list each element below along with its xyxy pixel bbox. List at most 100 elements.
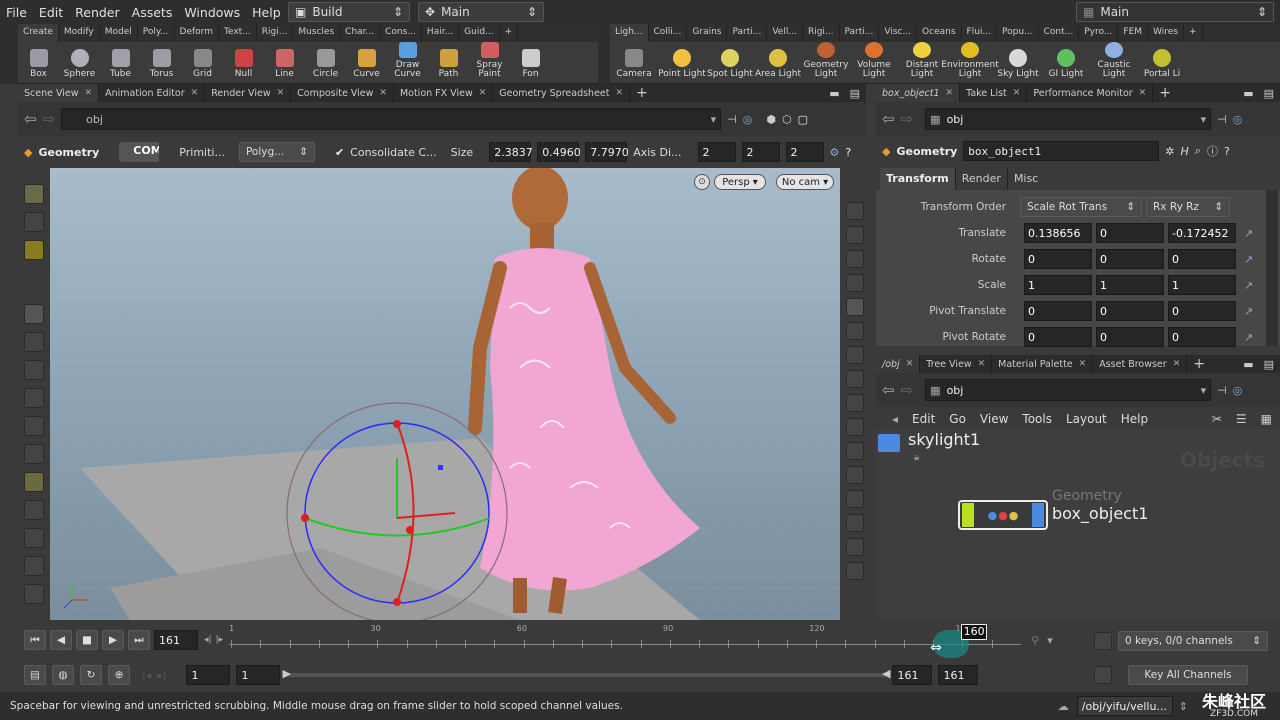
range-handle-right[interactable]: ◀: [882, 667, 890, 680]
range-end-field[interactable]: 161: [892, 665, 933, 685]
shelf-tab[interactable]: Cont...: [1039, 24, 1080, 42]
scene-viewport[interactable]: ⊙ Persp ▾ No cam ▾: [50, 168, 840, 620]
shelf-tool-spray-paint[interactable]: Spray Paint: [469, 42, 510, 84]
step-back-icon[interactable]: ◂|: [204, 635, 212, 645]
size-x-field[interactable]: 2.3837: [489, 142, 533, 162]
back-arrow-icon[interactable]: ⇦: [24, 110, 37, 128]
network-menu-help[interactable]: Help: [1121, 412, 1148, 426]
template-icon[interactable]: [846, 394, 864, 412]
box-object1-node[interactable]: ● ● ●: [958, 500, 1048, 530]
shelf-tool-gi-light[interactable]: GI Light: [1042, 42, 1090, 84]
shelf-tab[interactable]: Rigi...: [803, 24, 840, 42]
menu-render[interactable]: Render: [69, 5, 126, 20]
pane-maximize-icon[interactable]: ▬: [829, 87, 839, 100]
shelf-tab[interactable]: Create: [18, 24, 59, 42]
menu-help[interactable]: Help: [246, 5, 287, 20]
channel-icon[interactable]: ↗: [1244, 253, 1253, 266]
tools-icon[interactable]: ✂: [1212, 412, 1222, 426]
close-icon[interactable]: ✕: [1173, 359, 1181, 369]
add-tab-button[interactable]: +: [1187, 355, 1211, 373]
cube-shaded-icon[interactable]: ⬡: [782, 113, 792, 126]
close-icon[interactable]: ✕: [379, 88, 387, 98]
shelf-tab[interactable]: Guid...: [459, 24, 500, 42]
select-points-icon[interactable]: [24, 184, 44, 204]
link-icon[interactable]: ◎: [743, 113, 753, 126]
shelf-tab[interactable]: Model: [100, 24, 138, 42]
axis-y-field[interactable]: 2: [741, 142, 780, 162]
network-path-field[interactable]: ▦ obj ▾: [925, 379, 1212, 401]
point-numbers-icon[interactable]: [846, 346, 864, 364]
menu-assets[interactable]: Assets: [126, 5, 179, 20]
close-icon[interactable]: ✕: [946, 88, 954, 98]
shelf-tab[interactable]: Rigi...: [257, 24, 294, 42]
param-scrollbar[interactable]: [1266, 190, 1278, 346]
menu-windows[interactable]: Windows: [178, 5, 246, 20]
add-tab-button[interactable]: +: [630, 84, 654, 102]
shelf-tool-sky-light[interactable]: Sky Light: [994, 42, 1042, 84]
caret-left-icon[interactable]: ◂: [892, 412, 898, 426]
transform-order-select[interactable]: Scale Rot Trans ⇕: [1020, 197, 1142, 217]
current-frame-field[interactable]: 161: [154, 630, 198, 650]
shelf-tool-spot-light[interactable]: Spot Light: [706, 42, 754, 84]
keys-channels-select[interactable]: 0 keys, 0/0 channels ⇕: [1118, 631, 1268, 651]
audio-icon[interactable]: [846, 562, 864, 580]
visualizer-icon[interactable]: [846, 418, 864, 436]
close-icon[interactable]: ✕: [1013, 88, 1021, 98]
shelf-tab[interactable]: FEM: [1118, 24, 1149, 42]
tab-obj[interactable]: /obj ✕: [876, 355, 921, 373]
skylight-node-label[interactable]: skylight1: [908, 430, 980, 449]
camera-menu[interactable]: No cam ▾: [776, 174, 834, 190]
network-menu-view[interactable]: View: [980, 412, 1008, 426]
range-end2-field[interactable]: 161: [938, 665, 979, 685]
shelf-tool-caustic-light[interactable]: Caustic Light: [1090, 42, 1138, 84]
grid-icon[interactable]: ▦: [1261, 412, 1280, 426]
close-icon[interactable]: ✕: [978, 359, 986, 369]
shelf-tab[interactable]: Poly...: [138, 24, 175, 42]
rotation-order-select[interactable]: Rx Ry Rz ⇕: [1146, 197, 1230, 217]
shelf-tool-sphere[interactable]: Sphere: [59, 42, 100, 84]
shelf-tool-tube[interactable]: Tube: [100, 42, 141, 84]
ghost-icon[interactable]: [846, 226, 864, 244]
shelf-tab[interactable]: Popu...: [997, 24, 1039, 42]
status-path-field[interactable]: /obj/yifu/vellu...: [1076, 696, 1173, 716]
tab-scene-view[interactable]: Scene View ✕: [18, 84, 100, 102]
move-tool-icon[interactable]: [24, 360, 44, 380]
gear-icon[interactable]: ✲: [1165, 145, 1174, 158]
scale-tool-icon[interactable]: [24, 416, 44, 436]
shelf-tab[interactable]: Pyro...: [1079, 24, 1119, 42]
list-icon[interactable]: ☰: [1236, 412, 1247, 426]
tab-material-palette[interactable]: Material Palette ✕: [992, 355, 1094, 373]
close-icon[interactable]: ✕: [191, 88, 199, 98]
back-arrow-icon[interactable]: ⇦: [882, 110, 895, 128]
shelf-tab[interactable]: Hair...: [422, 24, 460, 42]
shelf-tool-distant-light[interactable]: Distant Light: [898, 42, 946, 84]
node-name-field[interactable]: box_object1: [963, 141, 1160, 161]
param-value-field[interactable]: 0: [1096, 249, 1164, 269]
param-value-field[interactable]: 0.138656: [1024, 223, 1092, 243]
pane-menu-icon[interactable]: ▤: [1264, 87, 1274, 100]
tab-transform[interactable]: Transform: [880, 168, 955, 190]
cube-icon[interactable]: ⬢: [766, 113, 776, 126]
close-icon[interactable]: ✕: [1139, 88, 1147, 98]
range-start-field[interactable]: 1: [186, 665, 231, 685]
select-primitives-icon[interactable]: [24, 240, 44, 260]
tab-take-list[interactable]: Take List ✕: [960, 84, 1028, 102]
shelf-tab[interactable]: Deform: [175, 24, 219, 42]
handle-tool-icon[interactable]: [24, 472, 44, 492]
pose-tool-icon[interactable]: [24, 444, 44, 464]
range-start2-field[interactable]: 1: [236, 665, 281, 685]
shelf-tab[interactable]: Vell...: [767, 24, 803, 42]
stop-button[interactable]: ■: [76, 630, 98, 650]
shelf-tab[interactable]: Flui...: [962, 24, 997, 42]
tab-render[interactable]: Render: [954, 168, 1007, 190]
param-value-field[interactable]: 0: [1168, 327, 1236, 347]
snap-icon[interactable]: [24, 528, 44, 548]
shelf-tab[interactable]: Parti...: [727, 24, 768, 42]
param-value-field[interactable]: 1: [1024, 275, 1092, 295]
shelf-tool-circle[interactable]: Circle: [305, 42, 346, 84]
shelf-tool-grid[interactable]: Grid: [182, 42, 223, 84]
param-value-field[interactable]: -0.172452: [1168, 223, 1236, 243]
pin-icon[interactable]: ⊣: [727, 113, 737, 126]
shelf-tool-torus[interactable]: Torus: [141, 42, 182, 84]
param-value-field[interactable]: 0: [1024, 327, 1092, 347]
